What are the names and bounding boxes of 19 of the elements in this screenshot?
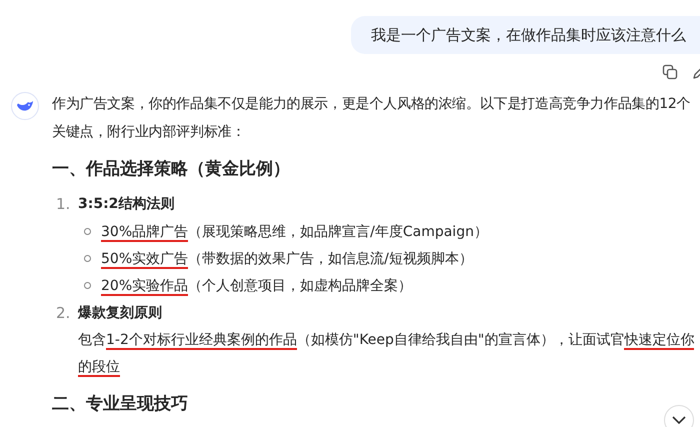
- scroll-down-button[interactable]: [664, 405, 694, 427]
- copy-icon[interactable]: [662, 64, 678, 80]
- whale-avatar-icon: [11, 92, 39, 120]
- bullet-icon: [84, 282, 91, 289]
- bullet-text: 50%实效广告（带数据的效果广告，如信息流/短视频脚本）: [101, 250, 473, 268]
- bullet-icon: [84, 228, 91, 235]
- bullet-text: 30%品牌广告（展现策略思维，如品牌宣言/年度Campaign）: [101, 222, 488, 240]
- bullet-text: 20%实验作品（个人创意项目，如虚构品牌全案）: [101, 276, 412, 294]
- item-title: 爆款复刻原则: [78, 304, 162, 322]
- section-heading: 一、作品选择策略（黄金比例）: [52, 158, 290, 181]
- section-heading: 二、专业呈现技巧: [52, 393, 188, 416]
- bullet-icon: [84, 255, 91, 262]
- item-paragraph: 包含1-2个对标行业经典案例的作品（如模仿"Keep自律给我自由"的宣言体），让面试官快速定位你 的段位: [77, 331, 696, 379]
- item-title: 3:5:2结构法则: [78, 195, 174, 213]
- user-message: 我是一个广告文案，在做作品集时应该注意什么: [351, 16, 700, 54]
- list-number: 1.: [56, 195, 72, 213]
- chevron-down-icon: [672, 416, 686, 424]
- intro-paragraph: 作为广告文案，你的作品集不仅是能力的展示，更是个人风格的浓缩。以下是打造高竞争力作品集的12个 关键点，附行业内部评判标准：: [52, 95, 692, 142]
- list-number: 2.: [56, 304, 72, 322]
